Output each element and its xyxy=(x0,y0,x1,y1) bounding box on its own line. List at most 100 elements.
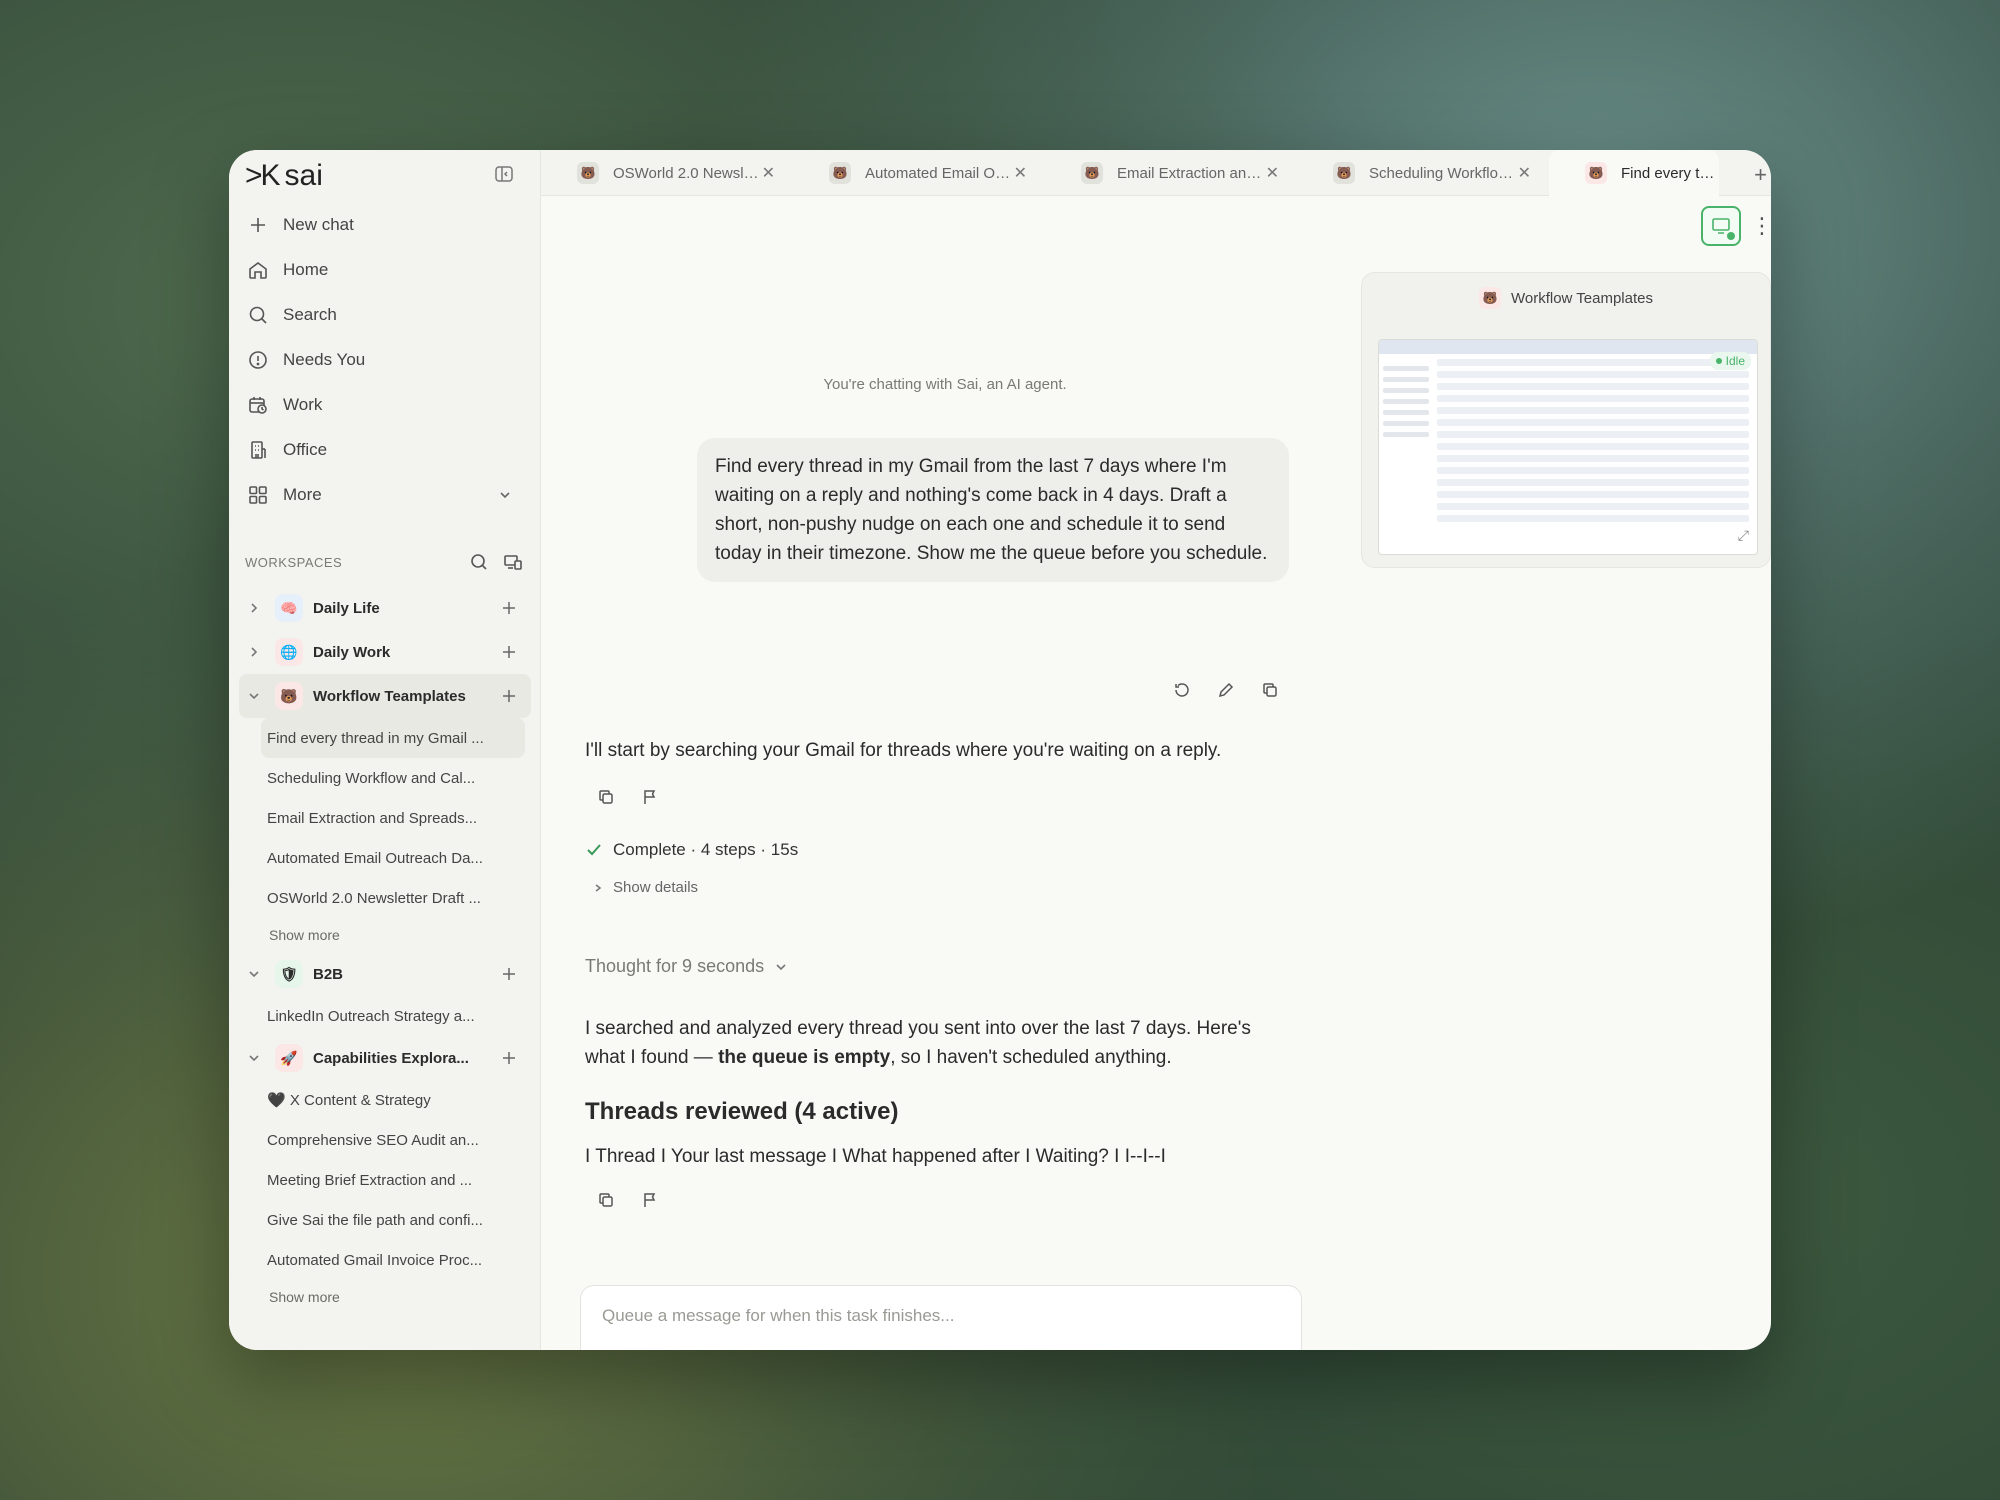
nav-new-chat[interactable]: New chat xyxy=(245,202,525,247)
plus-icon[interactable] xyxy=(501,966,517,982)
workspace-name: Daily Life xyxy=(313,599,380,617)
flag-icon[interactable] xyxy=(641,788,659,806)
chat-item[interactable]: 🖤 X Content & Strategy xyxy=(239,1080,531,1120)
nav-search[interactable]: Search xyxy=(245,292,525,337)
main-nav: New chat Home Search Needs You Work Offi… xyxy=(245,202,525,517)
tab-automated-email[interactable]: 🐻 Automated Email Out... ✕ xyxy=(793,150,1045,196)
nav-work[interactable]: Work xyxy=(245,382,525,427)
user-message: Find every thread in my Gmail from the l… xyxy=(697,438,1289,582)
show-more-link[interactable]: Show more xyxy=(239,918,531,952)
reply-text: , so I haven't scheduled anything. xyxy=(890,1047,1172,1068)
chat-item[interactable]: Find every thread in my Gmail ... xyxy=(261,718,525,758)
close-icon[interactable]: ✕ xyxy=(1266,163,1279,183)
nav-label: New chat xyxy=(283,214,354,234)
plus-icon[interactable] xyxy=(501,600,517,616)
chat-item[interactable]: Scheduling Workflow and Cal... xyxy=(239,758,531,798)
search-icon xyxy=(249,306,267,324)
chevron-right-icon xyxy=(595,883,602,892)
workspace-daily-work[interactable]: 🌐 Daily Work xyxy=(239,630,531,674)
workspace-daily-life[interactable]: 🧠 Daily Life xyxy=(239,586,531,630)
plus-icon[interactable] xyxy=(501,1050,517,1066)
tab-email-extraction[interactable]: 🐻 Email Extraction and ... ✕ xyxy=(1045,150,1297,196)
chevron-down-icon xyxy=(776,963,786,970)
top-actions: ⋮ xyxy=(1701,206,1771,246)
copy-icon[interactable] xyxy=(597,1191,615,1209)
chevron-right-icon[interactable] xyxy=(247,601,261,615)
retry-icon[interactable] xyxy=(1173,681,1191,699)
logo-mark: >K xyxy=(245,159,281,192)
bear-icon: 🐻 xyxy=(1585,162,1607,184)
chat-item[interactable]: Meeting Brief Extraction and ... xyxy=(239,1160,531,1200)
task-status: Complete · 4 steps · 15s xyxy=(585,840,798,860)
nav-label: Needs You xyxy=(283,349,366,369)
user-message-actions xyxy=(1173,681,1279,699)
workspaces-label: WORKSPACES xyxy=(245,554,343,570)
nav-label: More xyxy=(283,484,322,504)
chat-item[interactable]: Automated Email Outreach Da... xyxy=(239,838,531,878)
preview-title-text: Workflow Teamplates xyxy=(1510,289,1653,307)
tab-label: Find every thread xyxy=(1621,164,1719,182)
nav-office[interactable]: Office xyxy=(245,427,525,472)
plus-icon[interactable] xyxy=(501,644,517,660)
sidebar: >K sai New chat Home Search Needs You Wo… xyxy=(229,150,541,1350)
close-icon[interactable]: ✕ xyxy=(1518,163,1531,183)
message-input[interactable] xyxy=(581,1286,1301,1346)
flag-icon[interactable] xyxy=(641,1191,659,1209)
workspace-workflow-templates[interactable]: 🐻 Workflow Teamplates xyxy=(239,674,531,718)
chat-thread: You're chatting with Sai, an AI agent. F… xyxy=(585,196,1305,1350)
plus-icon xyxy=(251,217,265,232)
plus-icon[interactable] xyxy=(501,688,517,704)
chat-item[interactable]: Email Extraction and Spreads... xyxy=(239,798,531,838)
close-icon[interactable]: ✕ xyxy=(1014,163,1027,183)
nav-label: Search xyxy=(283,304,337,324)
workspace-capabilities[interactable]: 🚀 Capabilities Explora... xyxy=(239,1036,531,1080)
threads-heading: Threads reviewed (4 active) xyxy=(585,1098,899,1125)
task-status-text: Complete · 4 steps · 15s xyxy=(613,840,799,859)
search-icon[interactable] xyxy=(469,552,489,572)
screen-toggle-button[interactable] xyxy=(1701,206,1741,246)
copy-icon[interactable] xyxy=(597,788,615,806)
chat-item[interactable]: LinkedIn Outreach Strategy a... xyxy=(239,996,531,1036)
show-details-label: Show details xyxy=(613,879,699,896)
close-icon[interactable]: ✕ xyxy=(762,163,775,183)
workspace-name: Workflow Teamplates xyxy=(313,687,466,705)
thought-toggle[interactable]: Thought for 9 seconds xyxy=(585,956,788,977)
nav-label: Office xyxy=(283,439,328,459)
computer-preview-panel[interactable]: 🐻 Workflow Teamplates Idle ⤢ xyxy=(1361,272,1771,568)
chevron-down-icon[interactable] xyxy=(247,689,261,703)
collapse-sidebar-icon[interactable] xyxy=(494,164,514,184)
tab-label: Automated Email Out... xyxy=(865,164,1015,182)
nav-label: Home xyxy=(283,259,329,279)
logo: >K sai xyxy=(245,158,323,194)
workspace-b2b[interactable]: 🛡 B2B xyxy=(239,952,531,996)
more-options-icon[interactable]: ⋮ xyxy=(1751,215,1771,237)
nav-more[interactable]: More xyxy=(245,472,525,517)
expand-icon[interactable]: ⤢ xyxy=(1738,527,1749,544)
chevron-down-icon[interactable] xyxy=(247,967,261,981)
screen-thumbnail[interactable]: Idle ⤢ xyxy=(1378,339,1758,555)
copy-icon[interactable] xyxy=(1261,681,1279,699)
tab-label: Scheduling Workflow... xyxy=(1369,164,1519,182)
chat-item[interactable]: Give Sai the file path and confi... xyxy=(239,1200,531,1240)
tab-find-every-thread[interactable]: 🐻 Find every thread xyxy=(1549,150,1719,196)
nav-needs-you[interactable]: Needs You xyxy=(245,337,525,382)
devices-icon[interactable] xyxy=(503,552,523,572)
nav-home[interactable]: Home xyxy=(245,247,525,292)
edit-icon[interactable] xyxy=(1217,681,1235,699)
bear-icon: 🐻 xyxy=(1478,287,1501,309)
message-composer[interactable] xyxy=(580,1285,1302,1350)
main-panel: 🐻 OSWorld 2.0 Newsle... ✕ 🐻 Automated Em… xyxy=(541,150,1771,1350)
tab-scheduling[interactable]: 🐻 Scheduling Workflow... ✕ xyxy=(1297,150,1549,196)
show-details-toggle[interactable]: Show details xyxy=(593,879,698,896)
chat-item[interactable]: OSWorld 2.0 Newsletter Draft ... xyxy=(239,878,531,918)
chat-item[interactable]: Automated Gmail Invoice Proc... xyxy=(239,1240,531,1280)
logo-text: sai xyxy=(284,159,323,192)
show-more-link[interactable]: Show more xyxy=(239,1280,531,1314)
chevron-down-icon[interactable] xyxy=(247,1051,261,1065)
new-tab-button[interactable]: + xyxy=(1754,162,1767,188)
tab-osworld[interactable]: 🐻 OSWorld 2.0 Newsle... ✕ xyxy=(541,150,793,196)
chat-item[interactable]: Comprehensive SEO Audit an... xyxy=(239,1120,531,1160)
chevron-right-icon[interactable] xyxy=(247,645,261,659)
bear-icon: 🐻 xyxy=(275,682,303,710)
idle-text: Idle xyxy=(1725,354,1745,368)
